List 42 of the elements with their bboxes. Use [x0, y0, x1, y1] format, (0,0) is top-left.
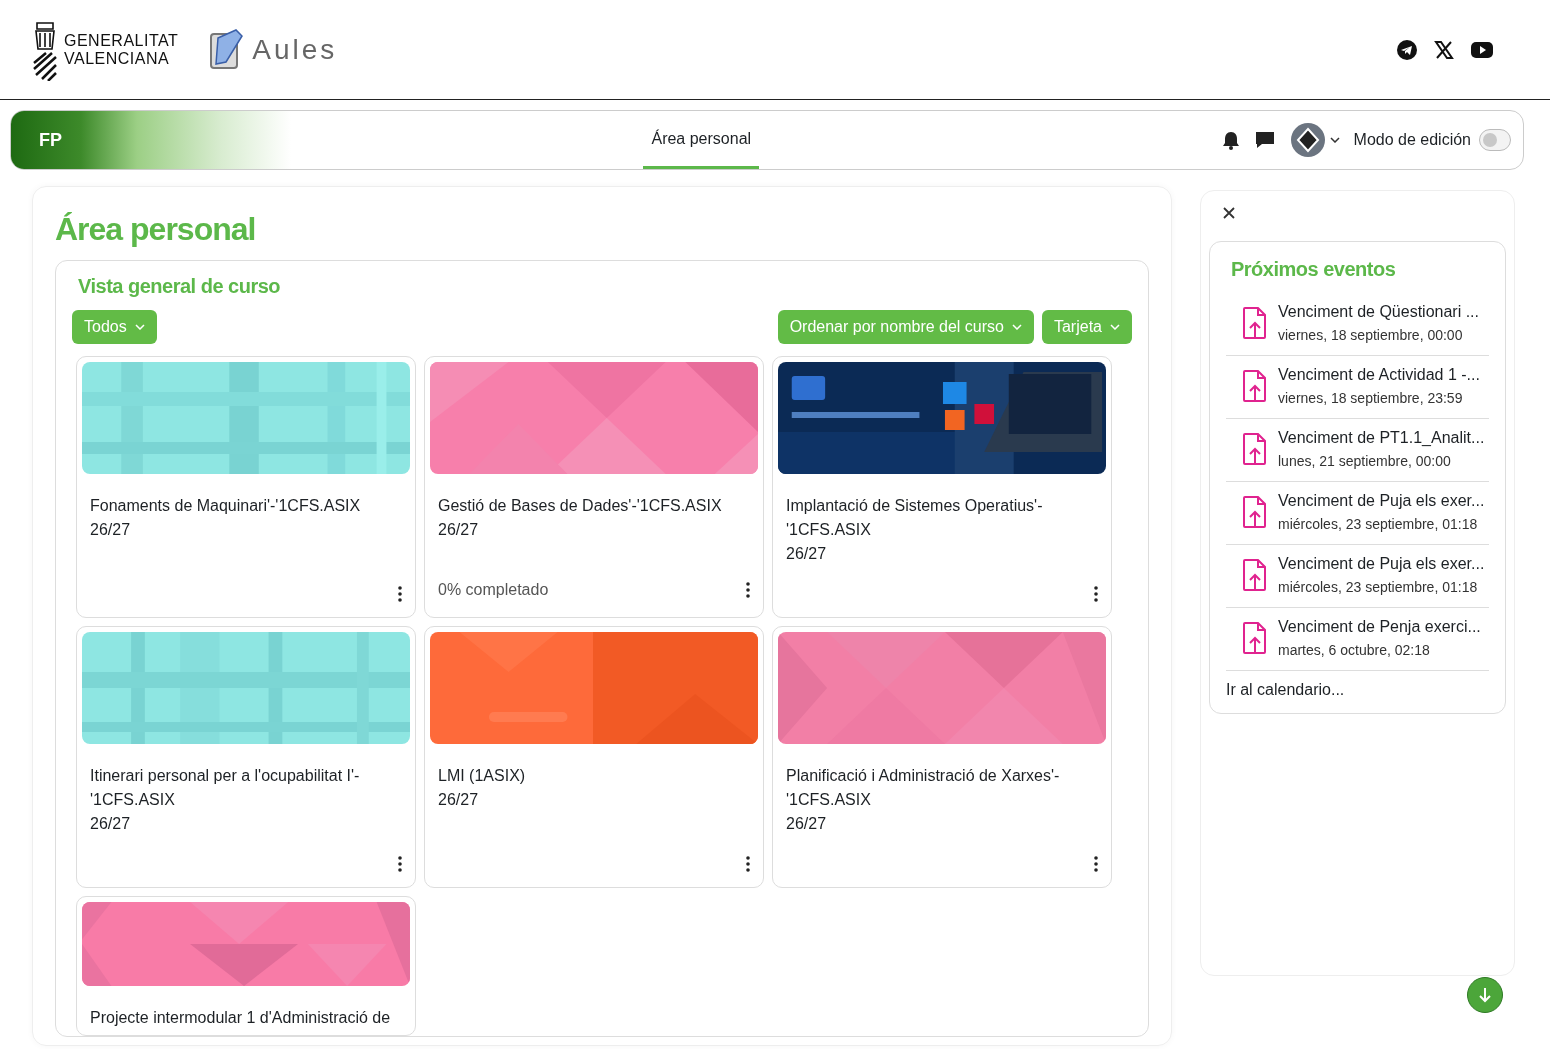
course-card[interactable]: Implantació de Sistemes Operatius'-'1CFS.ASIX 26/27: [772, 356, 1112, 618]
course-period: 26/27: [786, 544, 828, 564]
course-title[interactable]: Gestió de Bases de Dades'-'1CFS.ASIX: [438, 494, 750, 518]
course-period: 26/27: [90, 520, 132, 540]
course-title[interactable]: Itinerari personal per a l'ocupabilitat I'-'1CFS.ASIX: [90, 764, 402, 812]
event-link[interactable]: Venciment de Actividad 1 -...: [1278, 366, 1480, 384]
edit-mode-label: Modo de edición: [1353, 131, 1471, 149]
app-name: Aules: [252, 33, 338, 66]
site-name[interactable]: FP: [39, 129, 62, 151]
course-period: 26/27: [786, 814, 828, 834]
course-card[interactable]: Fonaments de Maquinari'-'1CFS.ASIX 26/27: [76, 356, 416, 618]
event-link[interactable]: Venciment de Puja els exer...: [1278, 555, 1485, 573]
event-date: miércoles, 23 septiembre, 01:18: [1278, 579, 1479, 595]
course-title[interactable]: Planificació i Administració de Xarxes'-'1CFS.ASIX: [786, 764, 1098, 812]
course-title[interactable]: Projecte intermodular 1 d'Administració de: [90, 1006, 402, 1030]
course-card[interactable]: Planificació i Administració de Xarxes'-'1CFS.ASIX 26/27: [772, 626, 1112, 888]
event-link[interactable]: Venciment de PT1.1_Analit...: [1278, 429, 1485, 447]
event-link[interactable]: Venciment de Penja exerci...: [1278, 618, 1481, 636]
event-link[interactable]: Venciment de Puja els exer...: [1278, 492, 1485, 510]
event-date: miércoles, 23 septiembre, 01:18: [1278, 516, 1479, 532]
event-link[interactable]: Venciment de Qüestionari ...: [1278, 303, 1479, 321]
events-title: Próximos eventos: [1231, 258, 1397, 281]
course-period: 26/27: [90, 814, 132, 834]
calendar-link[interactable]: Ir al calendario...: [1226, 681, 1345, 699]
course-card[interactable]: Itinerari personal per a l'ocupabilitat I'-'1CFS.ASIX 26/27: [76, 626, 416, 888]
course-card[interactable]: LMI (1ASIX) 26/27: [424, 626, 764, 888]
section-title: Vista general de curso: [78, 275, 282, 298]
course-card[interactable]: Gestió de Bases de Dades'-'1CFS.ASIX 26/27 0% completado: [424, 356, 764, 618]
event-date: viernes, 18 septiembre, 00:00: [1278, 327, 1464, 343]
course-title[interactable]: Implantació de Sistemes Operatius'-'1CFS.ASIX: [786, 494, 1098, 542]
course-title[interactable]: LMI (1ASIX): [438, 764, 750, 788]
event-date: martes, 6 octubre, 02:18: [1278, 642, 1431, 658]
event-date: viernes, 18 septiembre, 23:59: [1278, 390, 1464, 406]
progress-text: 0% completado: [438, 580, 549, 600]
course-title[interactable]: Fonaments de Maquinari'-'1CFS.ASIX: [90, 494, 402, 518]
course-card[interactable]: Projecte intermodular 1 d'Administració de: [76, 896, 416, 1036]
course-period: 26/27: [438, 790, 480, 810]
page-title: Área personal: [55, 211, 257, 248]
event-date: lunes, 21 septiembre, 00:00: [1278, 453, 1452, 469]
nav-tab[interactable]: Área personal: [643, 111, 760, 169]
course-period: 26/27: [438, 520, 480, 540]
brand-name: GENERALITAT VALENCIANA: [64, 31, 179, 68]
